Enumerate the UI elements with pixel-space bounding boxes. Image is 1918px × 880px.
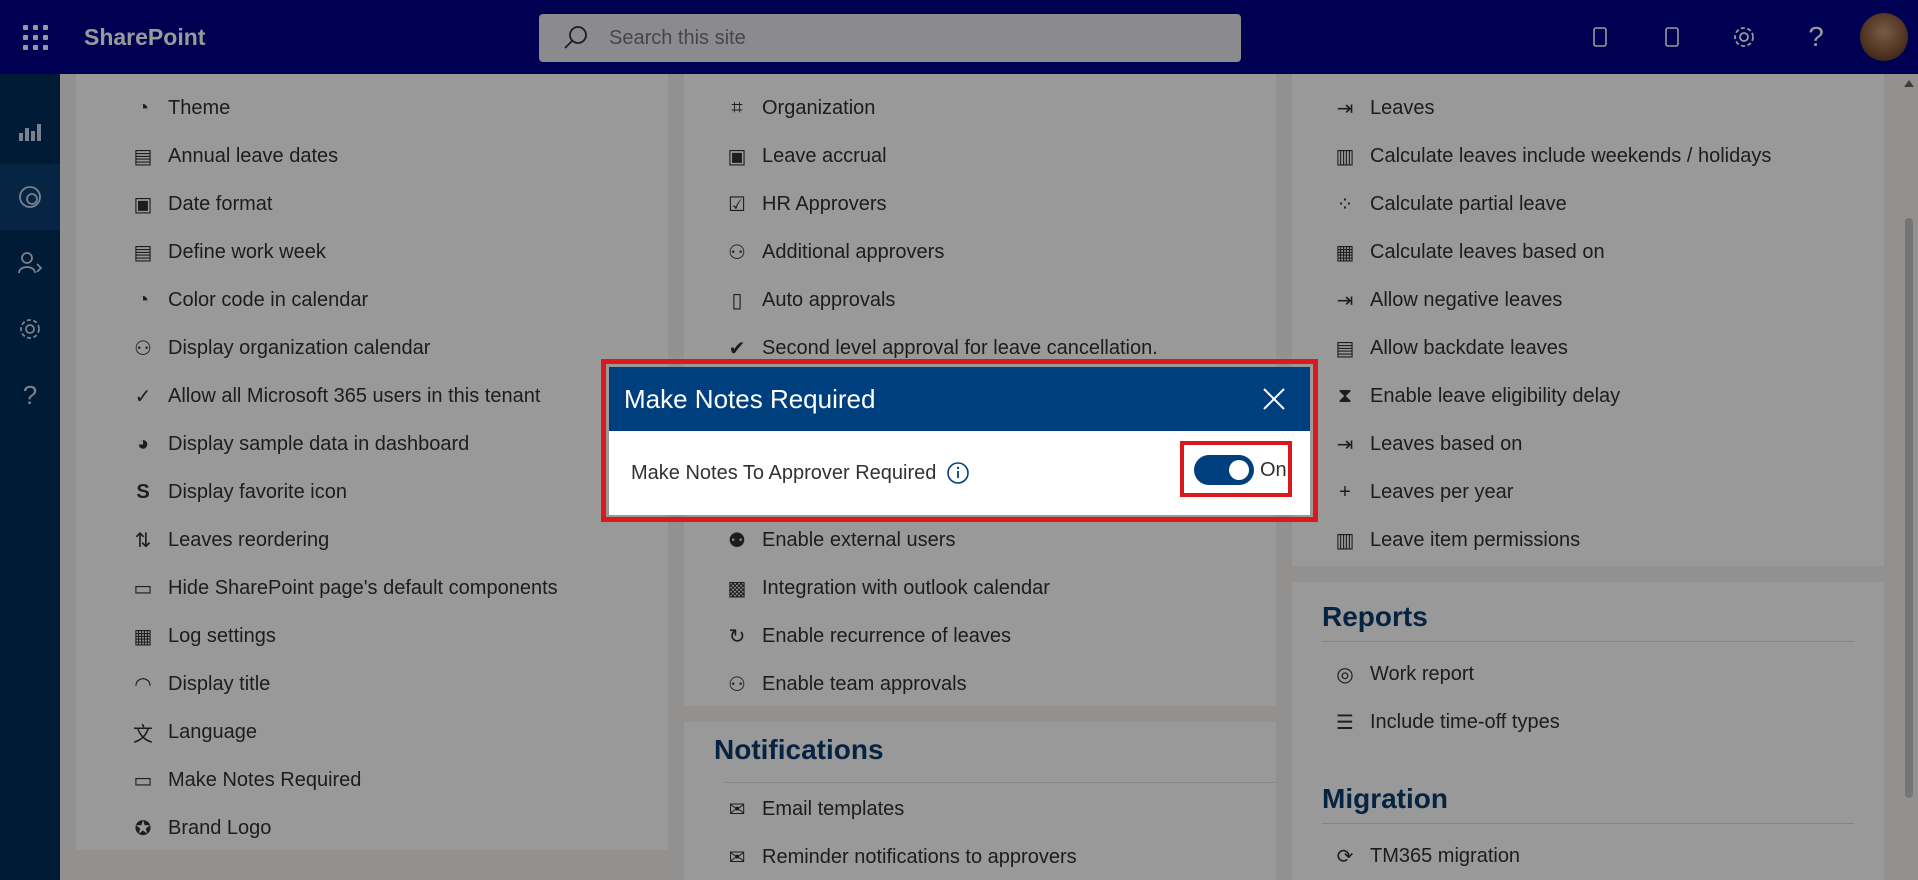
close-button[interactable] [1254, 379, 1294, 419]
dialog-body: Make Notes To Approver Required On [609, 431, 1310, 515]
dialog-title: Make Notes Required [624, 383, 876, 414]
toggle-knob [1229, 460, 1249, 480]
make-notes-dialog: Make Notes Required Make Notes To Approv… [609, 367, 1310, 515]
info-icon[interactable] [946, 461, 970, 485]
dialog-header: Make Notes Required [609, 367, 1310, 431]
close-icon [1263, 388, 1285, 410]
notes-required-label: Make Notes To Approver Required [631, 461, 937, 484]
toggle-state-text: On [1260, 458, 1287, 481]
notes-required-toggle[interactable]: On [1194, 455, 1287, 485]
toggle-switch[interactable] [1194, 455, 1254, 485]
